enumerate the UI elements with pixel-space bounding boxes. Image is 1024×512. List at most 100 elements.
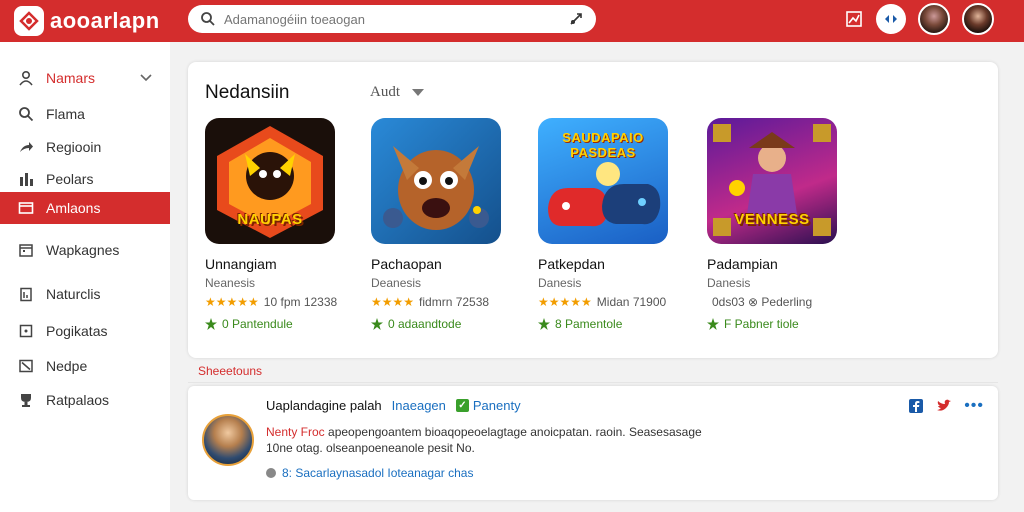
facebook-icon[interactable] — [908, 398, 924, 414]
document-icon — [18, 323, 34, 339]
game-name[interactable]: Pachaopan — [371, 256, 531, 272]
caret-down-icon — [412, 88, 424, 96]
game-tag: F Pabner tiole — [707, 317, 867, 331]
game-card[interactable]: VENNESS Padampian Danesis 0ds03 ⊗ Pederl… — [707, 118, 867, 348]
featured-games-card: Nedansiin Audt NAUPAS Unnangiam Neanesis… — [188, 62, 998, 358]
verified-badge: ✓ Panenty — [455, 398, 521, 413]
post-header: Uaplandagine palah Inaeagen ✓ Panenty — [266, 398, 521, 413]
analytics-icon[interactable] — [844, 9, 864, 29]
status-dot-icon — [266, 468, 276, 478]
sidebar-item-label: Flama — [46, 106, 85, 122]
top-header: aooarlapn — [0, 0, 1024, 42]
post-body-highlight: Nenty Froc — [266, 425, 325, 439]
rating-stars: ★★★★★ — [538, 295, 592, 309]
user-icon — [18, 70, 34, 86]
sort-dropdown[interactable]: Audt — [370, 84, 424, 101]
sidebar-item-peolars[interactable]: Peolars — [0, 163, 170, 195]
leaf-icon — [205, 318, 217, 330]
game-developer: Danesis — [538, 276, 582, 290]
sidebar-item-label: Amlaons — [46, 200, 101, 216]
game-icon-image[interactable]: SAUDAPAIO PASDEAS — [538, 118, 668, 244]
post-actions: ••• — [908, 398, 984, 414]
post-link[interactable]: Inaeagen — [392, 398, 446, 413]
checkmark-icon: ✓ — [455, 399, 469, 412]
search-icon — [201, 12, 215, 26]
game-rating: 0ds03 ⊗ Pederling — [707, 295, 867, 309]
chevron-down-icon[interactable] — [140, 71, 152, 83]
game-tag: 0 adaandtode — [371, 317, 531, 331]
rating-text: Midan 71900 — [596, 295, 667, 309]
game-developer: Danesis — [707, 276, 751, 290]
sidebar-item-nedpe[interactable]: Nedpe — [0, 350, 170, 382]
note-icon — [18, 358, 34, 374]
game-icon-image[interactable]: VENNESS — [707, 118, 837, 244]
post-author[interactable]: Uaplandagine palah — [266, 398, 382, 413]
search-input[interactable] — [224, 11, 560, 27]
game-card[interactable]: SAUDAPAIO PASDEAS Patkepdan Danesis ★★★★… — [538, 118, 698, 348]
leaf-icon — [538, 318, 550, 330]
clipboard-icon — [18, 286, 34, 302]
search-bar[interactable] — [188, 5, 596, 33]
more-options-icon[interactable]: ••• — [964, 398, 984, 414]
post-footer: 8: Sacarlaynasadol Ioteanagar chas — [266, 466, 473, 480]
sidebar-item-label: Nedpe — [46, 358, 88, 374]
game-card[interactable]: Pachaopan Deanesis ★★★★ fidmrn 72538 0 a… — [371, 118, 531, 348]
post-body-text: apeopengoantem bioaqopeoelagtage anoicpa… — [266, 425, 702, 455]
header-actions — [844, 3, 994, 35]
sidebar-item-label: Ratpalaos — [46, 392, 110, 408]
avatar[interactable] — [918, 3, 950, 35]
game-icon-image[interactable]: NAUPAS — [205, 118, 335, 244]
bar-chart-icon — [18, 171, 34, 187]
sidebar-item-namars[interactable]: Namars — [0, 62, 170, 94]
sidebar-item-label: Peolars — [46, 171, 94, 187]
game-tag-label: F Pabner tiole — [724, 317, 799, 331]
sidebar-item-label: Wapkagnes — [46, 242, 120, 258]
leaf-icon — [707, 318, 719, 330]
game-tag-label: 8 Pamentole — [555, 317, 623, 331]
game-name[interactable]: Unnangiam — [205, 256, 365, 272]
logo-text: aooarlapn — [50, 8, 160, 33]
game-name[interactable]: Patkepdan — [538, 256, 698, 272]
divider — [188, 382, 998, 383]
game-tag-label: 0 adaandtode — [388, 317, 462, 331]
rating-text: 10 fpm 12338 — [263, 295, 338, 309]
sidebar-item-pogikatas[interactable]: Pogikatas — [0, 315, 170, 347]
sidebar-item-label: Pogikatas — [46, 323, 108, 339]
sort-dropdown-label: Audt — [370, 84, 400, 100]
leaf-icon — [371, 318, 383, 330]
post-footer-text[interactable]: 8: Sacarlaynasadol Ioteanagar chas — [282, 466, 473, 480]
account-switch-icon[interactable] — [876, 4, 906, 34]
sidebar-item-amlaons[interactable]: Amlaons — [0, 192, 170, 224]
search-icon — [18, 106, 34, 122]
post-body: Nenty Froc apeopengoantem bioaqopeoelagt… — [266, 424, 706, 456]
logo-mark-icon — [14, 6, 44, 36]
game-art-title: VENNESS — [734, 211, 810, 228]
voice-search-icon[interactable] — [568, 11, 584, 27]
sidebar-item-label: Namars — [46, 70, 96, 86]
game-tag: 0 Pantendule — [205, 317, 365, 331]
calendar-icon — [18, 242, 34, 258]
game-tag-label: 0 Pantendule — [222, 317, 293, 331]
sidebar-item-wapkagnes[interactable]: Wapkagnes — [0, 234, 170, 266]
rating-stars: ★★★★ — [371, 295, 415, 309]
app-logo[interactable]: aooarlapn — [14, 4, 160, 38]
sidebar: Namars Flama Regiooin Peolars Amlaons Wa… — [0, 42, 170, 512]
sidebar-item-naturclis[interactable]: Naturclis — [0, 278, 170, 310]
game-name[interactable]: Padampian — [707, 256, 867, 272]
sidebar-item-flama[interactable]: Flama — [0, 98, 170, 130]
game-icon-image[interactable] — [371, 118, 501, 244]
section-heading[interactable]: Sheeetouns — [198, 364, 262, 378]
twitter-icon[interactable] — [936, 398, 952, 414]
game-rating: ★★★★★ Midan 71900 — [538, 295, 698, 309]
avatar[interactable] — [202, 414, 254, 466]
sidebar-item-ratpalaos[interactable]: Ratpalaos — [0, 384, 170, 416]
profile-avatar[interactable] — [962, 3, 994, 35]
section-title: Nedansiin — [205, 82, 290, 103]
game-card[interactable]: NAUPAS Unnangiam Neanesis ★★★★★ 10 fpm 1… — [205, 118, 365, 348]
game-art-title: SAUDAPAIO PASDEAS — [562, 130, 644, 160]
rating-text: fidmrn 72538 — [419, 295, 490, 309]
sidebar-item-regiooin[interactable]: Regiooin — [0, 131, 170, 163]
post-card: Uaplandagine palah Inaeagen ✓ Panenty Ne… — [188, 386, 998, 500]
sidebar-item-label: Naturclis — [46, 286, 101, 302]
game-tag: 8 Pamentole — [538, 317, 698, 331]
